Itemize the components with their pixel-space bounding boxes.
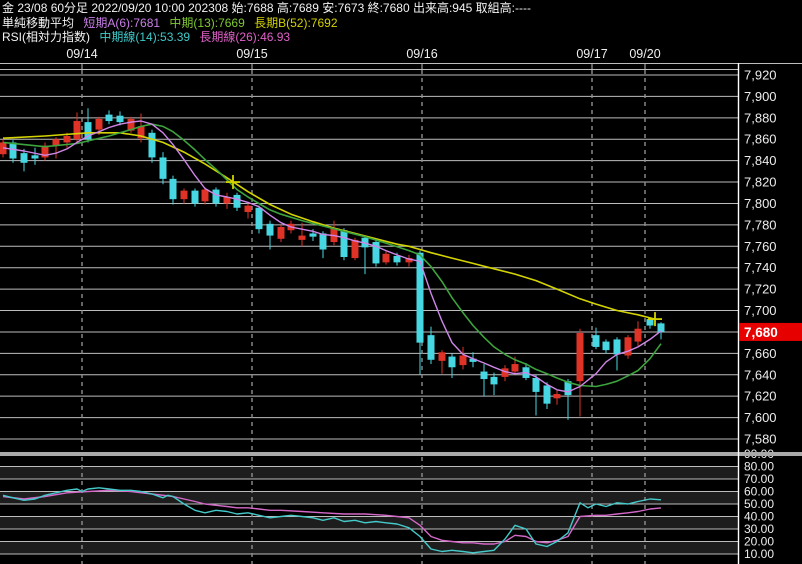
- candle-down: [543, 385, 551, 404]
- candle-down: [490, 376, 498, 385]
- candle-up: [63, 136, 71, 143]
- candle-up: [277, 227, 285, 239]
- price-axis-label: 7,660: [744, 346, 777, 361]
- candle-up: [73, 121, 81, 140]
- candle-down: [416, 252, 424, 343]
- ma-short-line: [2, 120, 662, 393]
- candle-down: [266, 223, 274, 236]
- price-axis-label: 7,800: [744, 196, 777, 211]
- candle-down: [613, 339, 621, 355]
- candle-down: [233, 194, 241, 208]
- candle-down: [602, 341, 610, 351]
- candle-down: [148, 132, 156, 158]
- price-axis-label: 7,760: [744, 239, 777, 254]
- price-axis-label: 7,620: [744, 389, 777, 404]
- candle-down: [159, 157, 167, 179]
- current-price-label: 7,680: [744, 325, 778, 340]
- candle-up: [576, 333, 584, 382]
- candle-up: [382, 253, 390, 263]
- candle-up: [351, 239, 359, 259]
- candle-down: [169, 178, 177, 200]
- candle-up: [634, 328, 642, 342]
- candle-down: [646, 319, 654, 326]
- candle-down: [105, 114, 113, 122]
- date-label: 09/16: [406, 47, 437, 61]
- date-label: 09/20: [629, 47, 660, 61]
- date-label: 09/15: [236, 47, 267, 61]
- candle-up: [95, 118, 103, 130]
- price-axis-label: 7,780: [744, 217, 777, 232]
- candle-down: [592, 335, 600, 347]
- price-axis-label: 7,860: [744, 132, 777, 147]
- candle-up: [624, 337, 632, 356]
- ma-mid-line: [2, 123, 662, 388]
- price-axis-label: 7,740: [744, 260, 777, 275]
- candle-up: [298, 235, 306, 240]
- date-label: 09/14: [66, 47, 97, 61]
- candle-down: [9, 142, 17, 159]
- price-axis-label: 7,840: [744, 153, 777, 168]
- price-axis-label: 7,900: [744, 89, 777, 104]
- candle-up: [244, 205, 252, 213]
- candlestick-chart: 7,920 7,900 7,880 7,860 7,840 7,820 7,800 7,780…: [0, 47, 802, 564]
- rsi-band: [0, 541, 738, 554]
- candle-down: [20, 153, 28, 163]
- rsi-band: [0, 466, 738, 479]
- rsi-band: [0, 491, 738, 504]
- price-axis-label: 7,640: [744, 367, 777, 382]
- price-axis-label: 7,600: [744, 410, 777, 425]
- candle-down: [448, 356, 456, 368]
- price-axis-label: 7,700: [744, 303, 777, 318]
- candle-down: [532, 377, 540, 392]
- candle-down: [393, 255, 401, 263]
- candle-up: [438, 352, 446, 361]
- candle-up: [459, 355, 467, 366]
- candle-up: [511, 364, 519, 372]
- candle-down: [255, 207, 263, 230]
- candle-up: [201, 189, 209, 202]
- price-axis-label: 7,580: [744, 432, 777, 447]
- candle-down: [480, 371, 488, 380]
- candle-up: [180, 190, 188, 200]
- candle-up: [553, 394, 561, 399]
- candle-down: [116, 115, 124, 123]
- candle-down: [191, 190, 199, 204]
- candle-down: [340, 230, 348, 257]
- candle-down: [427, 335, 435, 360]
- price-axis-label: 7,920: [744, 68, 777, 83]
- date-label: 09/17: [576, 47, 607, 61]
- rsi-axis-label: 10.00: [744, 547, 774, 561]
- price-axis-label: 7,820: [744, 175, 777, 190]
- candle-down: [657, 323, 665, 332]
- price-axis-label: 7,720: [744, 282, 777, 297]
- candle-down: [31, 155, 39, 159]
- price-axis-label: 7,880: [744, 110, 777, 125]
- candle-down: [309, 233, 317, 237]
- candle-down: [319, 233, 327, 250]
- candle-down: [212, 189, 220, 204]
